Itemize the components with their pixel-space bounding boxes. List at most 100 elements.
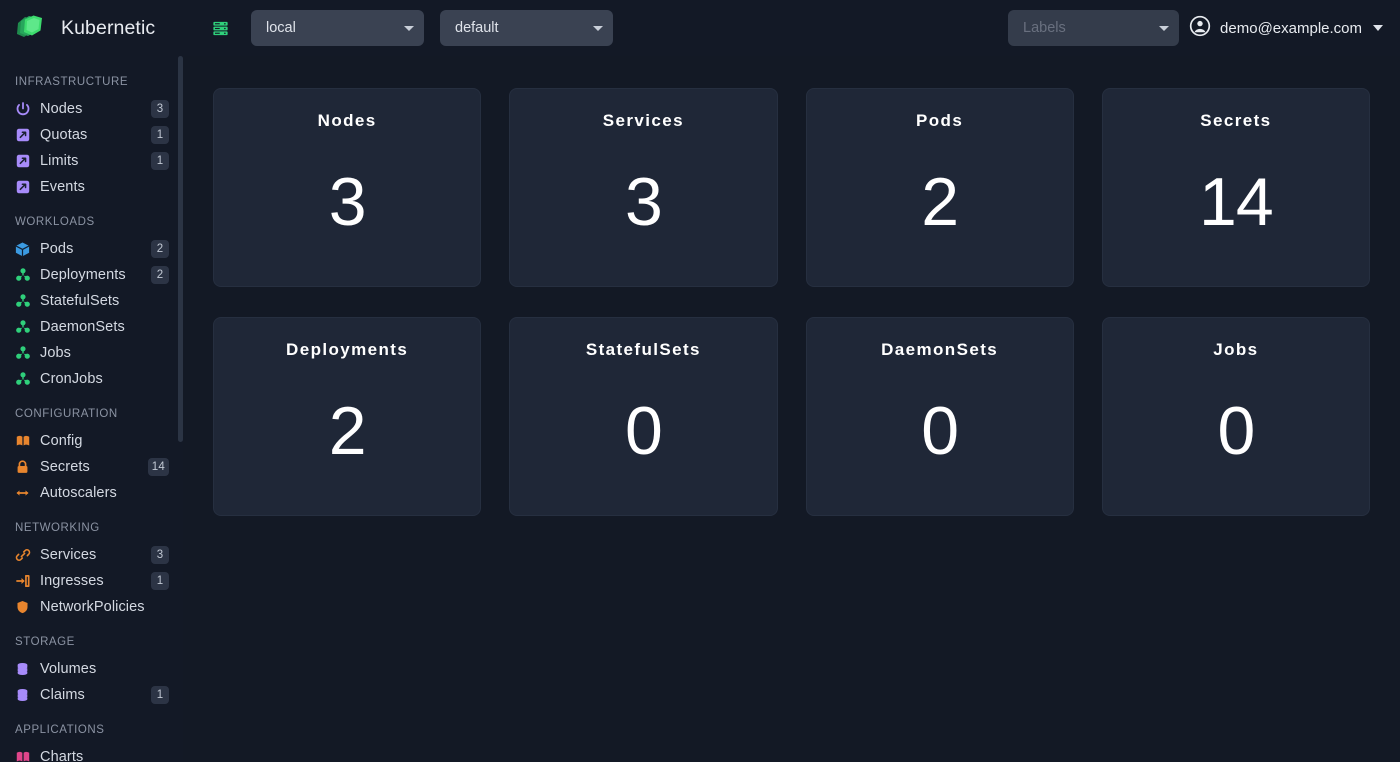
sidebar-item-limits[interactable]: Limits 1 — [0, 148, 183, 174]
book-icon — [14, 749, 31, 762]
sidebar-item-services[interactable]: Services 3 — [0, 542, 183, 568]
stat-card-deployments[interactable]: Deployments 2 — [213, 317, 482, 516]
server-stack-icon — [210, 18, 230, 38]
gauge-icon — [14, 127, 31, 144]
sidebar-item-label: Claims — [40, 687, 85, 703]
user-menu[interactable]: demo@example.com — [1179, 15, 1383, 42]
kubernetic-layers-logo-icon — [12, 10, 48, 46]
stat-card-services[interactable]: Services 3 — [509, 88, 778, 287]
main-content: Nodes 3 Services 3 Pods 2 Secrets 14 Deployments… — [183, 56, 1400, 762]
stat-card-title: Deployments — [286, 340, 409, 359]
sidebar-item-label: Deployments — [40, 267, 126, 283]
stat-card-secrets[interactable]: Secrets 14 — [1101, 88, 1370, 287]
sidebar-scrollbar-thumb[interactable] — [178, 56, 183, 442]
stat-card-value: 0 — [1217, 393, 1255, 469]
app-root: Kubernetic local default Labels demo@exa… — [0, 0, 1400, 762]
brand[interactable]: Kubernetic — [12, 10, 190, 46]
sidebar-item-label: Limits — [40, 153, 79, 169]
sidebar-item-autoscalers[interactable]: Autoscalers — [0, 480, 183, 506]
sidebar-section-title: STORAGE — [15, 636, 75, 648]
sidebar-item-daemonsets[interactable]: DaemonSets — [0, 314, 183, 340]
sidebar-item-events[interactable]: Events — [0, 174, 183, 200]
sidebar-item-networkpolicies[interactable]: NetworkPolicies — [0, 594, 183, 620]
labels-select[interactable]: Labels — [1008, 10, 1180, 46]
sidebar-item-quotas[interactable]: Quotas 1 — [0, 122, 183, 148]
sidebar-item-label: Nodes — [40, 101, 83, 117]
signin-icon — [14, 573, 31, 590]
brand-name: Kubernetic — [61, 16, 156, 39]
stat-card-title: Jobs — [1213, 340, 1259, 359]
sidebar-item-label: DaemonSets — [40, 319, 125, 335]
stat-card-jobs[interactable]: Jobs 0 — [1101, 317, 1370, 516]
book-icon — [14, 433, 31, 450]
body: INFRASTRUCTURE Nodes 3 Quotas 1 Limits 1 Ev… — [0, 56, 1400, 762]
sidebar-item-secrets[interactable]: Secrets 14 — [0, 454, 183, 480]
sidebar-section-title: APPLICATIONS — [15, 724, 105, 736]
sidebar-item-statefulsets[interactable]: StatefulSets — [0, 288, 183, 314]
sidebar-section-title: CONFIGURATION — [15, 408, 118, 420]
shield-icon — [14, 599, 31, 616]
stat-card-nodes[interactable]: Nodes 3 — [213, 88, 482, 287]
cluster-nodes-icon — [14, 293, 31, 310]
pod-cube-icon — [14, 241, 31, 258]
sidebar-item-badge: 1 — [151, 686, 169, 704]
sidebar-item-config[interactable]: Config — [0, 428, 183, 454]
sidebar-item-label: Services — [40, 547, 97, 563]
stat-card-value: 2 — [328, 393, 367, 469]
sidebar-item-nodes[interactable]: Nodes 3 — [0, 96, 183, 122]
chevron-down-icon — [593, 25, 603, 31]
database-icon — [14, 687, 31, 704]
sidebar-item-badge: 3 — [151, 100, 169, 118]
database-icon — [14, 661, 31, 678]
cluster-nodes-icon — [14, 345, 31, 362]
stat-card-title: StatefulSets — [585, 340, 701, 359]
cluster-nodes-icon — [14, 319, 31, 336]
stat-card-statefulsets[interactable]: StatefulSets 0 — [509, 317, 778, 516]
namespace-select[interactable]: default — [440, 10, 613, 46]
sidebar-item-label: Volumes — [40, 661, 97, 677]
sidebar-item-label: StatefulSets — [40, 293, 120, 309]
gauge-icon — [14, 153, 31, 170]
sidebar-item-label: NetworkPolicies — [40, 599, 145, 615]
sidebar-item-label: Autoscalers — [40, 485, 117, 501]
stat-card-title: Services — [602, 111, 684, 130]
cluster-select[interactable]: local — [251, 10, 424, 46]
sidebar-item-pods[interactable]: Pods 2 — [0, 236, 183, 262]
gauge-icon — [14, 179, 31, 196]
stat-card-value: 3 — [328, 164, 367, 240]
sidebar-section-title: NETWORKING — [15, 522, 100, 534]
stat-card-title: Secrets — [1200, 111, 1272, 130]
sidebar-item-badge: 2 — [151, 266, 169, 284]
top-header: Kubernetic local default Labels demo@exa… — [0, 0, 1400, 56]
sidebar-item-badge: 3 — [151, 546, 169, 564]
chevron-down-icon — [1159, 25, 1170, 31]
sidebar-item-label: CronJobs — [40, 371, 103, 387]
sidebar-item-charts[interactable]: Charts — [0, 744, 183, 762]
sidebar-item-jobs[interactable]: Jobs — [0, 340, 183, 366]
cluster-select-value: local — [266, 20, 296, 36]
sidebar-section-title: WORKLOADS — [15, 216, 95, 228]
sidebar-item-label: Jobs — [40, 345, 72, 361]
sidebar-section-title: INFRASTRUCTURE — [15, 76, 129, 88]
sidebar-nav: INFRASTRUCTURE Nodes 3 Quotas 1 Limits 1 Ev… — [0, 64, 183, 762]
stat-card-value: 2 — [921, 164, 959, 240]
stat-card-value: 14 — [1199, 164, 1274, 240]
stat-card-title: Nodes — [317, 111, 377, 130]
sidebar-item-label: Ingresses — [40, 573, 104, 589]
sidebar-item-deployments[interactable]: Deployments 2 — [0, 262, 183, 288]
sidebar-item-label: Quotas — [40, 127, 88, 143]
stat-card-title: Pods — [916, 111, 964, 130]
sidebar-item-badge: 1 — [151, 126, 169, 144]
cluster-nodes-icon — [14, 371, 31, 388]
stat-card-value: 3 — [624, 164, 663, 240]
sidebar-item-ingresses[interactable]: Ingresses 1 — [0, 568, 183, 594]
stat-card-value: 0 — [921, 393, 959, 469]
power-icon — [14, 101, 31, 118]
sidebar-scrollbar-track[interactable] — [178, 56, 183, 762]
sidebar-item-cronjobs[interactable]: CronJobs — [0, 366, 183, 392]
user-email: demo@example.com — [1220, 19, 1362, 37]
sidebar-item-volumes[interactable]: Volumes — [0, 656, 183, 682]
stat-card-daemonsets[interactable]: DaemonSets 0 — [805, 317, 1074, 516]
stat-card-pods[interactable]: Pods 2 — [805, 88, 1074, 287]
sidebar-item-claims[interactable]: Claims 1 — [0, 682, 183, 708]
